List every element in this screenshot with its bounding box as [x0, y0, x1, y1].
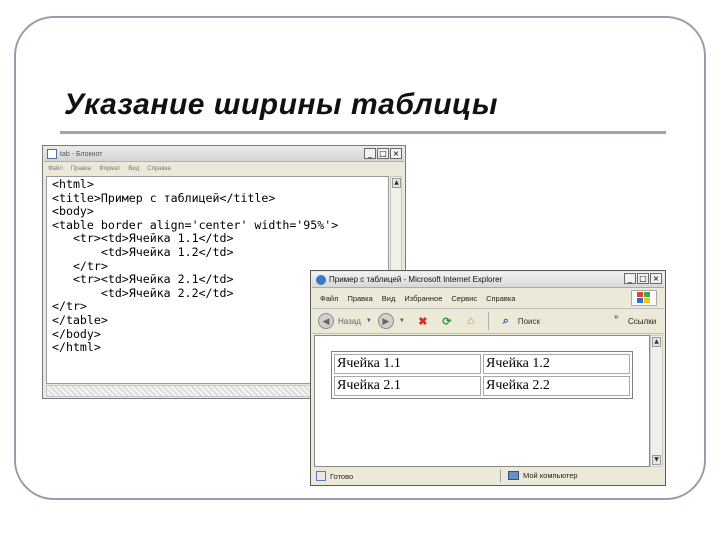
ie-minimize-button[interactable]: _: [624, 273, 636, 284]
code-line: </tr>: [52, 299, 87, 314]
refresh-icon[interactable]: ⟳: [439, 313, 455, 329]
ie-menu-edit[interactable]: Правка: [347, 294, 372, 303]
ie-status-bar: Готово Мой компьютер: [312, 468, 664, 484]
table-cell: Ячейка 1.2: [483, 354, 630, 374]
table-cell: Ячейка 2.2: [483, 376, 630, 396]
code-line: <td>Ячейка 1.2</td>: [52, 244, 234, 259]
status-text: Готово: [330, 471, 354, 481]
notepad-minimize-button[interactable]: _: [364, 148, 376, 159]
ie-toolbar: ◀ Назад ▼ ▶ ▼ ✖ ⟳ ⌂ ⌕ Поиск » Ссылки: [312, 308, 664, 334]
notepad-menu-format[interactable]: Формат: [99, 166, 120, 172]
status-divider: [500, 470, 501, 482]
code-line: <title>Пример с таблицей</title>: [52, 190, 276, 205]
links-button[interactable]: Ссылки: [628, 317, 656, 326]
home-icon[interactable]: ⌂: [463, 313, 479, 329]
scroll-up-arrow-icon[interactable]: ▲: [652, 337, 661, 347]
table-row: Ячейка 2.1 Ячейка 2.2: [334, 376, 630, 396]
notepad-close-button[interactable]: ×: [390, 148, 402, 159]
ie-menu-file[interactable]: Файл: [320, 294, 338, 303]
back-button-label[interactable]: Назад: [338, 317, 361, 326]
notepad-window-controls: _ □ ×: [364, 148, 402, 159]
table-cell: Ячейка 1.1: [334, 354, 481, 374]
code-line: <td>Ячейка 2.2</td>: [52, 285, 234, 300]
page-status-icon: [316, 471, 326, 481]
notepad-titlebar[interactable]: tab - Блокнот _ □ ×: [44, 147, 404, 162]
ie-title: Пример с таблицей - Microsoft Internet E…: [329, 275, 503, 284]
demo-table: Ячейка 1.1 Ячейка 1.2 Ячейка 2.1 Ячейка …: [331, 351, 633, 399]
table-cell: Ячейка 2.1: [334, 376, 481, 396]
title-underline: [60, 131, 666, 134]
code-line: <body>: [52, 204, 94, 219]
notepad-menu-view[interactable]: Вид: [128, 166, 139, 172]
ie-close-button[interactable]: ×: [650, 273, 662, 284]
code-line: </body>: [52, 326, 101, 341]
search-button-label[interactable]: Поиск: [518, 317, 540, 326]
status-zone: Мой компьютер: [508, 471, 578, 480]
back-dropdown-arrow-icon[interactable]: ▼: [366, 318, 372, 324]
ie-page-content: Ячейка 1.1 Ячейка 1.2 Ячейка 2.1 Ячейка …: [314, 335, 650, 467]
windows-logo-icon: [631, 290, 657, 306]
code-line: <table border align='center' width='95%'…: [52, 217, 339, 232]
ie-window: Пример с таблицей - Microsoft Internet E…: [310, 270, 666, 486]
toolbar-chevron[interactable]: »: [614, 312, 618, 321]
table-row: Ячейка 1.1 Ячейка 1.2: [334, 354, 630, 374]
ie-menu-help[interactable]: Справка: [486, 294, 515, 303]
code-line: </tr>: [52, 258, 108, 273]
notepad-title: tab - Блокнот: [60, 150, 103, 158]
search-icon[interactable]: ⌕: [498, 313, 514, 329]
computer-icon: [508, 471, 519, 480]
code-text: <html> <title>Пример с таблицей</title> <b…: [52, 177, 339, 355]
ie-window-controls: _ □ ×: [624, 273, 662, 284]
ie-maximize-button[interactable]: □: [637, 273, 649, 284]
forward-arrow-icon[interactable]: ▶: [377, 313, 394, 329]
notepad-menu-file[interactable]: Файл: [48, 166, 63, 172]
ie-menu-tools[interactable]: Сервис: [451, 294, 477, 303]
back-arrow-icon[interactable]: ◀: [318, 313, 334, 329]
code-line: <tr><td>Ячейка 2.1</td>: [52, 272, 234, 287]
ie-menu-view[interactable]: Вид: [382, 294, 396, 303]
forward-dropdown-arrow-icon[interactable]: ▼: [399, 318, 405, 324]
ie-menubar: Файл Правка Вид Избранное Сервис Справка: [312, 289, 664, 307]
scroll-up-arrow-icon[interactable]: ▲: [392, 178, 401, 188]
code-line: <tr><td>Ячейка 1.1</td>: [52, 231, 234, 246]
ie-vertical-scrollbar[interactable]: ▲ ▼: [650, 335, 663, 467]
notepad-menu-help[interactable]: Справка: [147, 166, 171, 172]
code-line: </table>: [52, 312, 108, 327]
scroll-down-arrow-icon[interactable]: ▼: [652, 455, 661, 465]
notepad-menu-edit[interactable]: Правка: [71, 166, 91, 172]
ie-titlebar[interactable]: Пример с таблицей - Microsoft Internet E…: [312, 272, 664, 288]
notepad-app-icon: [47, 149, 57, 159]
stop-icon[interactable]: ✖: [415, 313, 431, 329]
notepad-menubar: Файл Правка Формат Вид Справка: [44, 163, 404, 175]
notepad-maximize-button[interactable]: □: [377, 148, 389, 159]
toolbar-separator: [487, 312, 489, 330]
zone-text: Мой компьютер: [523, 471, 578, 480]
slide-title: Указание ширины таблицы: [64, 88, 499, 121]
ie-app-icon: [316, 274, 326, 285]
code-line: </html>: [52, 340, 101, 355]
ie-menu-favorites[interactable]: Избранное: [404, 294, 442, 303]
code-line: <html>: [52, 177, 94, 191]
